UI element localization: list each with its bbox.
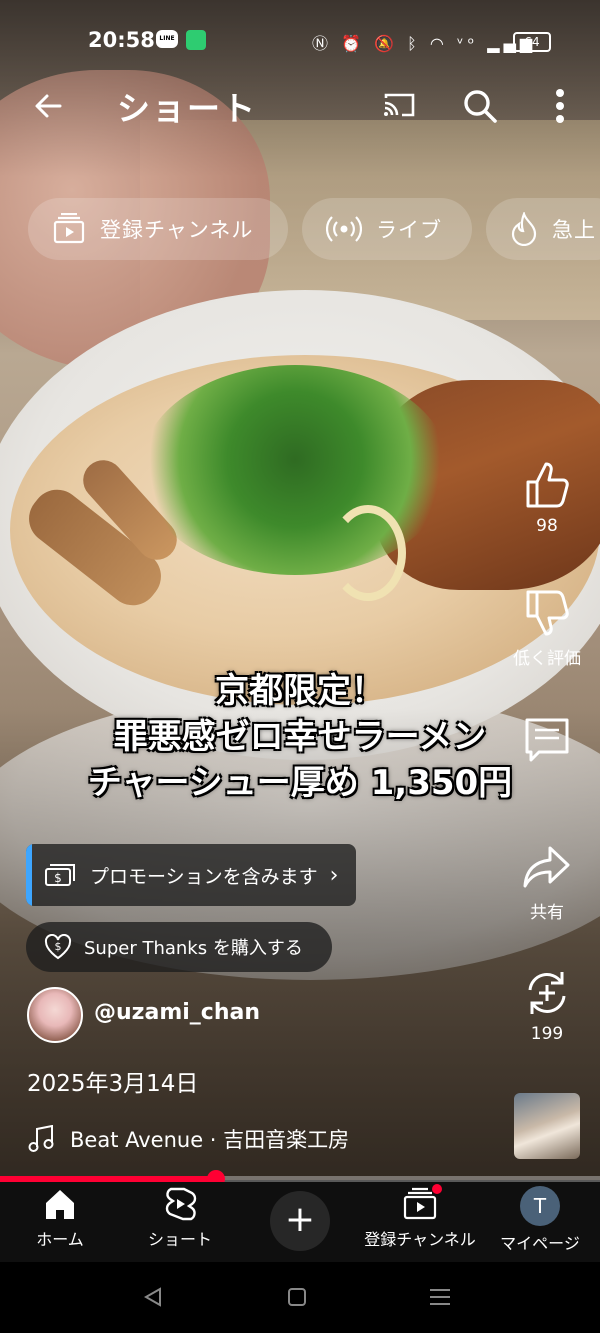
svg-text:$: $: [54, 871, 62, 885]
video-caption: 京都限定！ 罪悪感ゼロ幸せラーメン チャーシュー厚め 1,350円: [40, 668, 560, 806]
create-plus-icon[interactable]: +: [270, 1191, 330, 1251]
super-thanks-icon: $: [44, 934, 72, 960]
volte-icon: ᵛᵒ: [456, 34, 479, 53]
chip-label: 登録チャンネル: [100, 218, 254, 242]
thumb-up-icon: [526, 462, 569, 508]
promotion-disclosure[interactable]: $ プロモーションを含みます ›: [26, 844, 356, 906]
caption-line: 京都限定！: [215, 671, 385, 711]
trending-icon: [511, 212, 537, 246]
share-button[interactable]: 共有: [506, 842, 588, 923]
notification-dot: [432, 1184, 442, 1194]
music-credit[interactable]: Beat Avenue · 吉田音楽工房: [28, 1124, 349, 1154]
chip-label: ライブ: [376, 218, 442, 242]
search-icon[interactable]: [462, 88, 498, 124]
mute-icon: 🔕: [374, 34, 399, 53]
status-time: 20:58: [88, 28, 155, 52]
channel-handle[interactable]: @uzami_chan: [94, 1000, 260, 1025]
dislike-button[interactable]: 低く評価: [506, 588, 588, 669]
share-icon: [523, 846, 570, 888]
nav-label: ショート: [147, 1230, 212, 1249]
comment-icon: [525, 718, 569, 762]
alarm-icon: ⏰: [341, 34, 366, 53]
shorts-icon: [165, 1187, 197, 1221]
battery-icon: 64: [513, 32, 551, 52]
cast-icon[interactable]: [382, 92, 416, 118]
comments-button[interactable]: [506, 716, 588, 772]
system-recents-icon[interactable]: [428, 1286, 452, 1308]
live-icon: [326, 216, 362, 242]
system-home-icon[interactable]: [286, 1286, 308, 1308]
nav-my-page[interactable]: T マイページ: [480, 1186, 600, 1254]
nav-label: 登録チャンネル: [364, 1230, 476, 1249]
like-button[interactable]: 98: [506, 460, 588, 536]
page-title: ショート: [117, 89, 257, 128]
chevron-right-icon: ›: [329, 862, 339, 888]
back-arrow-icon[interactable]: [30, 88, 66, 124]
remix-icon: [528, 972, 566, 1014]
super-thanks-button[interactable]: $ Super Thanks を購入する: [26, 922, 332, 972]
svg-text:$: $: [55, 940, 62, 953]
nav-shorts[interactable]: ショート: [120, 1186, 240, 1250]
account-avatar: T: [520, 1186, 560, 1226]
music-note-icon: [28, 1125, 54, 1152]
sound-thumbnail[interactable]: [514, 1093, 580, 1159]
promo-accent-bar: [26, 844, 32, 906]
nav-subscriptions[interactable]: 登録チャンネル: [360, 1184, 480, 1250]
remix-button[interactable]: 199: [506, 968, 588, 1044]
dislike-label: 低く評価: [513, 649, 581, 669]
promo-label: プロモーションを含みます: [90, 865, 318, 888]
caption-line: 罪悪感ゼロ幸せラーメン: [113, 717, 487, 757]
chip-live[interactable]: ライブ: [302, 198, 472, 260]
line-icon: LINE: [156, 30, 178, 48]
caption-line: チャーシュー厚め 1,350円: [87, 763, 513, 803]
wifi-icon: ◠: [429, 34, 448, 53]
chip-trending[interactable]: 急上: [486, 198, 600, 260]
chip-subscriptions[interactable]: 登録チャンネル: [28, 198, 288, 260]
nav-label: マイページ: [500, 1234, 580, 1253]
more-vert-icon[interactable]: [548, 86, 572, 126]
subscriptions-icon: [53, 213, 85, 244]
home-icon: [46, 1190, 74, 1219]
nav-label: ホーム: [36, 1230, 84, 1249]
app-icon: [186, 30, 206, 50]
nfc-icon: Ⓝ: [312, 34, 333, 53]
status-icons: Ⓝ ⏰ 🔕 ᛒ ◠ ᵛᵒ ▂▄▆: [312, 30, 536, 54]
super-thanks-label: Super Thanks を購入する: [84, 938, 303, 959]
system-back-icon[interactable]: [142, 1286, 164, 1308]
system-navigation-bar: [0, 1262, 600, 1333]
chip-label: 急上: [552, 218, 596, 242]
like-count: 98: [536, 516, 558, 536]
promotion-icon: $: [45, 864, 75, 886]
channel-avatar[interactable]: [27, 987, 83, 1043]
video-date: 2025年3月14日: [27, 1071, 199, 1097]
nav-home[interactable]: ホーム: [0, 1186, 120, 1250]
thumb-down-icon: [526, 590, 569, 636]
share-label: 共有: [530, 903, 564, 923]
status-bar: 20:58 LINE Ⓝ ⏰ 🔕 ᛒ ◠ ᵛᵒ ▂▄▆ 64: [0, 0, 600, 80]
remix-count: 199: [530, 1024, 564, 1044]
music-label: Beat Avenue · 吉田音楽工房: [70, 1128, 350, 1152]
bluetooth-icon: ᛒ: [407, 34, 421, 53]
